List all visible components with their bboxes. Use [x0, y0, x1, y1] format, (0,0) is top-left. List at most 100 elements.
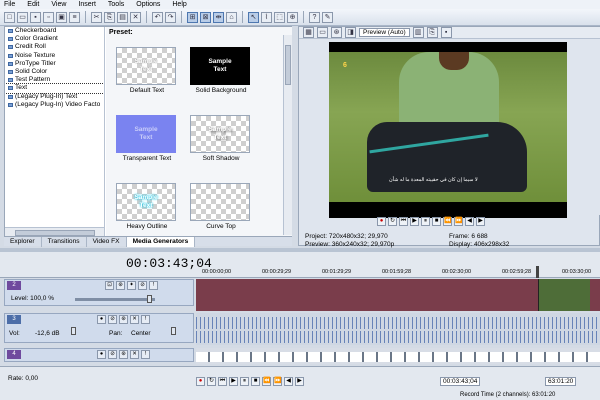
preset-heavy-outline[interactable]: Sample Text Heavy Outline [112, 183, 178, 231]
tree-item[interactable]: Color Gradient [5, 35, 104, 43]
redo-icon[interactable]: ↷ [165, 11, 176, 23]
play-from-start-icon[interactable]: ⏮ [218, 377, 227, 386]
preview-quality-dropdown[interactable]: Preview (Auto) [359, 28, 410, 37]
arm-record-icon[interactable]: ● [97, 350, 106, 359]
paste-icon[interactable]: ▤ [117, 11, 128, 23]
invert-phase-icon[interactable]: ⊘ [108, 350, 117, 359]
go-to-start-icon[interactable]: ⏪ [262, 377, 271, 386]
tree-item[interactable]: Credit Roll [5, 43, 104, 51]
play-from-start-icon[interactable]: ⏮ [399, 217, 408, 226]
external-monitor-icon[interactable]: ▭ [317, 27, 328, 38]
envelope-tool-icon[interactable]: ⌇ [261, 11, 272, 23]
tree-item[interactable]: (Legacy Plug-In) Text [5, 93, 104, 101]
render-icon[interactable]: ▣ [56, 11, 67, 23]
preset-transparent-text[interactable]: Sample Text Transparent Text [112, 115, 178, 163]
record-time-field[interactable]: 63:01:20 [545, 377, 577, 386]
selection-tool-icon[interactable]: ⬚ [274, 11, 285, 23]
arm-record-icon[interactable]: ● [97, 315, 106, 324]
play-icon[interactable]: ▶ [229, 377, 238, 386]
cursor-position-field[interactable]: 00:03:43;04 [440, 377, 481, 386]
cut-icon[interactable]: ✂ [91, 11, 102, 23]
auto-crossfade-icon[interactable]: ⊠ [200, 11, 211, 23]
menu-file[interactable]: File [4, 1, 15, 8]
prev-frame-icon[interactable]: ◀ [284, 377, 293, 386]
record-icon[interactable]: ● [377, 217, 386, 226]
tree-item[interactable]: ProType Titler [5, 60, 104, 68]
preset-soft-shadow[interactable]: Sample Text Soft Shadow [186, 115, 252, 163]
copy-icon[interactable]: ⎘ [104, 11, 115, 23]
track-motion-icon[interactable]: ⊡ [105, 281, 114, 290]
menu-help[interactable]: Help [172, 1, 186, 8]
pause-icon[interactable]: ⏸ [421, 217, 430, 226]
new-project-icon[interactable]: □ [4, 11, 15, 23]
mute-icon[interactable]: ⊘ [138, 281, 147, 290]
preview-fx-icon[interactable]: ⊛ [331, 27, 342, 38]
audio-track-lane[interactable] [196, 313, 600, 345]
solo-icon[interactable]: ! [149, 281, 158, 290]
tree-item[interactable]: Solid Color [5, 68, 104, 76]
save-snapshot-icon[interactable]: ▪ [440, 27, 452, 38]
video-track-lane[interactable] [196, 279, 600, 311]
normal-edit-tool-icon[interactable]: ↖ [248, 11, 259, 23]
prev-frame-icon[interactable]: ◀ [465, 217, 474, 226]
loop-icon[interactable]: ↻ [388, 217, 397, 226]
time-ruler[interactable]: 00:00:00;00 00:00:29;29 00:01:29;29 00:0… [196, 266, 600, 278]
go-to-end-icon[interactable]: ⏩ [273, 377, 282, 386]
preset-default-text[interactable]: Sample Text Default Text [112, 47, 178, 95]
audio-track-header[interactable]: 4 ● ⊘ ⊛ ✕ ! [4, 348, 194, 362]
track-fx-icon[interactable]: ⊛ [116, 281, 125, 290]
overlays-icon[interactable]: ▥ [412, 27, 424, 38]
invert-phase-icon[interactable]: ⊘ [108, 315, 117, 324]
next-frame-icon[interactable]: ▶ [295, 377, 304, 386]
preset-vertical-scrollbar[interactable] [283, 35, 292, 235]
save-as-icon[interactable]: ▫ [43, 11, 54, 23]
preset-solid-background[interactable]: Sample Text Solid Background [186, 47, 252, 95]
menu-tools[interactable]: Tools [108, 1, 124, 8]
solo-icon[interactable]: ! [141, 350, 150, 359]
solo-icon[interactable]: ! [141, 315, 150, 324]
undo-icon[interactable]: ↶ [152, 11, 163, 23]
tree-item[interactable]: Test Pattern [5, 76, 104, 84]
pan-slider-knob[interactable] [171, 327, 176, 335]
delete-icon[interactable]: ✕ [130, 11, 141, 23]
tab-transitions[interactable]: Transitions [42, 237, 87, 247]
volume-slider-knob[interactable] [71, 327, 76, 335]
mute-icon[interactable]: ✕ [130, 350, 139, 359]
track-fx-icon[interactable]: ⊛ [119, 350, 128, 359]
split-screen-icon[interactable]: ◨ [345, 27, 356, 38]
preview-properties-icon[interactable]: ▦ [303, 27, 314, 38]
mute-icon[interactable]: ✕ [130, 315, 139, 324]
snapping-icon[interactable]: ⊞ [187, 11, 198, 23]
go-to-end-icon[interactable]: ⏩ [454, 217, 463, 226]
tree-item-selected[interactable]: Text [5, 83, 104, 94]
tab-video-fx[interactable]: Video FX [87, 237, 127, 247]
track-fx-icon[interactable]: ⊛ [119, 315, 128, 324]
open-icon[interactable]: ▭ [17, 11, 28, 23]
play-icon[interactable]: ▶ [410, 217, 419, 226]
video-track-header[interactable]: 2 ⊡ ⊛ ✦ ⊘ ! Level: 100,0 % [4, 279, 194, 306]
video-event-clip[interactable] [538, 279, 590, 311]
tree-item[interactable]: Noise Texture [5, 52, 104, 60]
stop-icon[interactable]: ■ [251, 377, 260, 386]
copy-snapshot-icon[interactable]: ⎘ [426, 27, 438, 38]
audio-track-lane[interactable] [196, 348, 600, 364]
zoom-tool-icon[interactable]: ⊕ [287, 11, 298, 23]
pause-icon[interactable]: ⏸ [240, 377, 249, 386]
tab-media-generators[interactable]: Media Generators [126, 237, 196, 247]
level-slider-knob[interactable] [147, 295, 152, 303]
audio-events[interactable] [196, 352, 600, 362]
audio-track-header[interactable]: 3 ● ⊘ ⊛ ✕ ! Vol: -12,6 dB Pan: Center [4, 313, 194, 343]
menu-view[interactable]: View [51, 1, 66, 8]
composite-mode-icon[interactable]: ✦ [127, 281, 136, 290]
tree-item[interactable]: (Legacy Plug-In) Video Facto [5, 101, 104, 109]
menu-edit[interactable]: Edit [27, 1, 39, 8]
properties-icon[interactable]: ≡ [69, 11, 80, 23]
scrollbar-thumb[interactable] [285, 45, 291, 85]
tab-explorer[interactable]: Explorer [4, 237, 42, 247]
go-to-start-icon[interactable]: ⏪ [443, 217, 452, 226]
tree-item[interactable]: Checkerboard [5, 27, 104, 35]
stop-icon[interactable]: ■ [432, 217, 441, 226]
record-icon[interactable]: ● [196, 377, 205, 386]
loop-icon[interactable]: ↻ [207, 377, 216, 386]
menu-insert[interactable]: Insert [78, 1, 96, 8]
